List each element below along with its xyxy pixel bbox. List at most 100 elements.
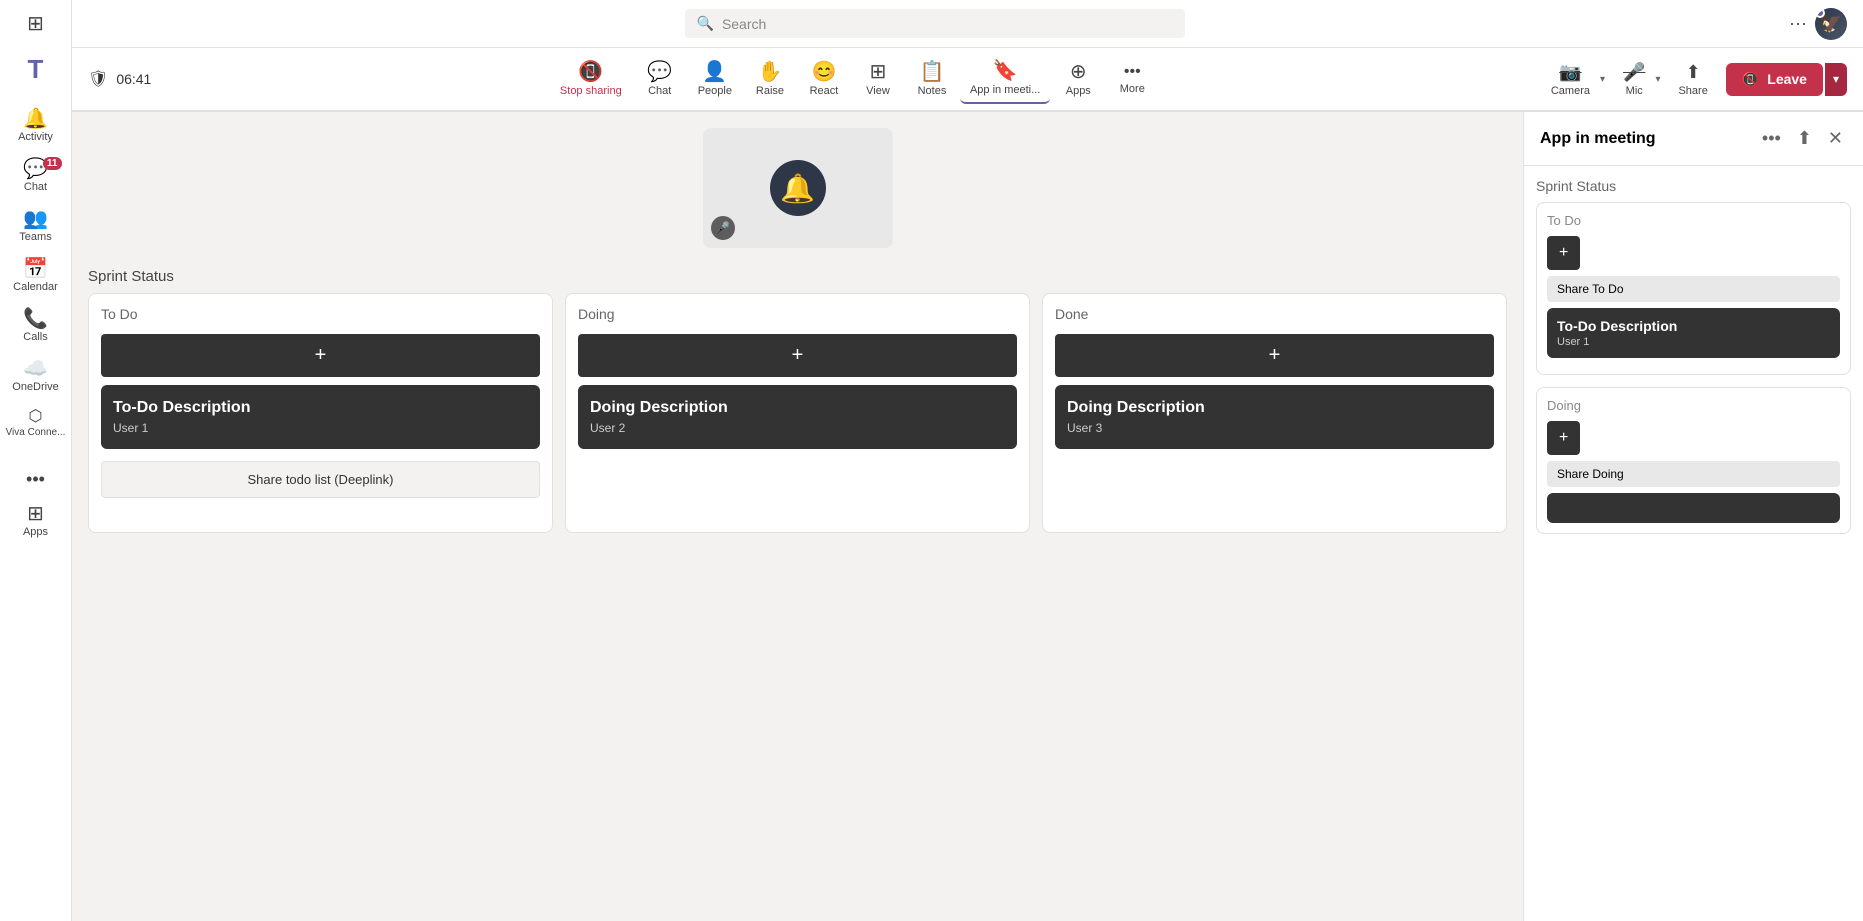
apps-add-icon: ⊞	[27, 504, 44, 524]
camera-icon: 📷	[1559, 62, 1581, 83]
sidebar-item-label: OneDrive	[12, 381, 58, 393]
leave-button[interactable]: 📵 Leave	[1726, 63, 1823, 96]
stop-sharing-label: Stop sharing	[560, 85, 622, 97]
apps-button[interactable]: ⊕ Apps	[1052, 56, 1104, 103]
main-area: 🔍 Search ··· 🦅 🛡 06:41 📵 Stop sharing 💬	[72, 0, 1863, 921]
grid-menu-button[interactable]: ⊞	[2, 8, 70, 40]
react-button[interactable]: 😊 React	[798, 56, 850, 103]
toolbar-right: 📷 Camera ▾ 🎤 Mic ▾ ⬆ Share 📵 Leave	[1541, 56, 1847, 103]
sidebar-item-chat[interactable]: 💬 11 Chat	[2, 153, 70, 199]
stop-sharing-icon: 📵	[578, 62, 603, 82]
settings-dots-button[interactable]: ···	[1789, 13, 1807, 34]
raise-button[interactable]: ✋ Raise	[744, 56, 796, 103]
task-card[interactable]: Doing Description User 3	[1055, 385, 1494, 449]
notes-icon: 📋	[920, 62, 945, 82]
mic-chevron-icon[interactable]: ▾	[1655, 74, 1660, 85]
app-in-meeting-label: App in meeti...	[970, 84, 1040, 96]
camera-label: Camera	[1551, 85, 1590, 97]
chat-button[interactable]: 💬 Chat	[634, 56, 686, 103]
panel-share-todo-button[interactable]: Share To Do	[1547, 276, 1840, 302]
done-add-button[interactable]: +	[1055, 334, 1494, 377]
more-label: More	[1120, 83, 1145, 95]
sidebar-item-teams[interactable]: 👥 Teams	[2, 203, 70, 249]
task-title: To-Do Description	[113, 399, 528, 417]
more-icon: •••	[26, 470, 45, 488]
task-user: User 1	[113, 421, 528, 435]
add-icon: +	[1269, 344, 1281, 367]
sidebar-item-onedrive[interactable]: ☁️ OneDrive	[2, 353, 70, 399]
chat-toolbar-icon: 💬	[647, 62, 672, 82]
leave-chevron-icon: ▾	[1833, 72, 1839, 86]
doing-add-button[interactable]: +	[578, 334, 1017, 377]
panel-doing-add-icon: +	[1559, 429, 1568, 446]
more-button[interactable]: ••• More	[1106, 58, 1158, 101]
toolbar-items: 📵 Stop sharing 💬 Chat 👤 People ✋ Raise 😊…	[171, 55, 1537, 104]
top-bar-right: ··· 🦅	[1789, 8, 1847, 40]
mic-icon: 🎤	[1623, 62, 1645, 83]
calls-icon: 📞	[23, 309, 48, 329]
sidebar-item-activity[interactable]: 🔔 Activity	[2, 103, 70, 149]
content-area: 🔔 🎤 Sprint Status To Do +	[72, 112, 1863, 921]
task-title: Doing Description	[1067, 399, 1482, 417]
mic-off-indicator: 🎤	[711, 216, 735, 240]
react-label: React	[810, 85, 839, 97]
doing-column-title: Doing	[578, 306, 1017, 322]
more-icon: •••	[1124, 64, 1141, 80]
camera-chevron-icon[interactable]: ▾	[1600, 74, 1605, 85]
stop-sharing-button[interactable]: 📵 Stop sharing	[550, 56, 632, 103]
people-button[interactable]: 👤 People	[688, 56, 742, 103]
panel-todo-title: To Do	[1547, 213, 1840, 228]
sprint-board-title: Sprint Status	[88, 268, 1507, 285]
leave-group: 📵 Leave ▾	[1726, 63, 1847, 96]
sidebar-item-label: Viva Conne...	[6, 427, 66, 438]
search-icon: 🔍	[697, 15, 714, 32]
panel-expand-button[interactable]: ⬆	[1793, 124, 1816, 153]
camera-control[interactable]: 📷 Camera ▾	[1541, 56, 1605, 103]
panel-header: App in meeting ••• ⬆ ✕	[1524, 112, 1863, 166]
view-label: View	[866, 85, 890, 97]
mic-control[interactable]: 🎤 Mic ▾	[1613, 56, 1660, 103]
panel-todo-add-button[interactable]: +	[1547, 236, 1580, 270]
task-title: Doing Description	[590, 399, 1005, 417]
avatar-emoji: 🔔	[780, 172, 815, 205]
panel-doing-add-button[interactable]: +	[1547, 421, 1580, 455]
react-icon: 😊	[812, 62, 837, 82]
user-avatar[interactable]: 🦅	[1815, 8, 1847, 40]
panel-sprint-title: Sprint Status	[1536, 178, 1851, 194]
panel-share-todo-label: Share To Do	[1557, 282, 1624, 296]
meeting-time: 🛡 06:41	[88, 69, 151, 89]
sidebar-more-button[interactable]: •••	[2, 464, 70, 494]
view-button[interactable]: ⊞ View	[852, 56, 904, 103]
apps-label: Apps	[1066, 85, 1091, 97]
sidebar-item-label: Calendar	[13, 281, 58, 293]
todo-add-button[interactable]: +	[101, 334, 540, 377]
task-card[interactable]: To-Do Description User 1	[101, 385, 540, 449]
panel-more-button[interactable]: •••	[1758, 124, 1785, 153]
mic-muted-icon: 🎤	[715, 221, 730, 235]
search-box[interactable]: 🔍 Search	[685, 9, 1185, 38]
panel-add-icon: +	[1559, 244, 1568, 261]
sidebar-item-apps[interactable]: ⊞ Apps	[2, 498, 70, 544]
share-label: Share	[1678, 85, 1707, 97]
share-icon: ⬆	[1686, 62, 1701, 83]
raise-label: Raise	[756, 85, 784, 97]
add-icon: +	[315, 344, 327, 367]
apps-toolbar-icon: ⊕	[1070, 62, 1087, 82]
viva-icon: ⬡	[29, 409, 43, 425]
panel-task-card[interactable]: To-Do Description User 1	[1547, 308, 1840, 358]
people-icon: 👤	[702, 62, 727, 82]
task-card[interactable]: Doing Description User 2	[578, 385, 1017, 449]
notes-button[interactable]: 📋 Notes	[906, 56, 958, 103]
share-button[interactable]: ⬆ Share	[1668, 56, 1717, 103]
todo-column-title: To Do	[101, 306, 540, 322]
sidebar-item-label: Activity	[18, 131, 53, 143]
sidebar-item-calendar[interactable]: 📅 Calendar	[2, 253, 70, 299]
sidebar-item-calls[interactable]: 📞 Calls	[2, 303, 70, 349]
panel-close-button[interactable]: ✕	[1824, 124, 1847, 153]
app-in-meeting-button[interactable]: 🔖 App in meeti...	[960, 55, 1050, 104]
share-deeplink-button[interactable]: Share todo list (Deeplink)	[101, 461, 540, 498]
sidebar-item-viva[interactable]: ⬡ Viva Conne...	[2, 403, 70, 444]
leave-chevron-button[interactable]: ▾	[1825, 63, 1847, 96]
panel-share-doing-button[interactable]: Share Doing	[1547, 461, 1840, 487]
teams-logo[interactable]: T	[2, 48, 70, 91]
